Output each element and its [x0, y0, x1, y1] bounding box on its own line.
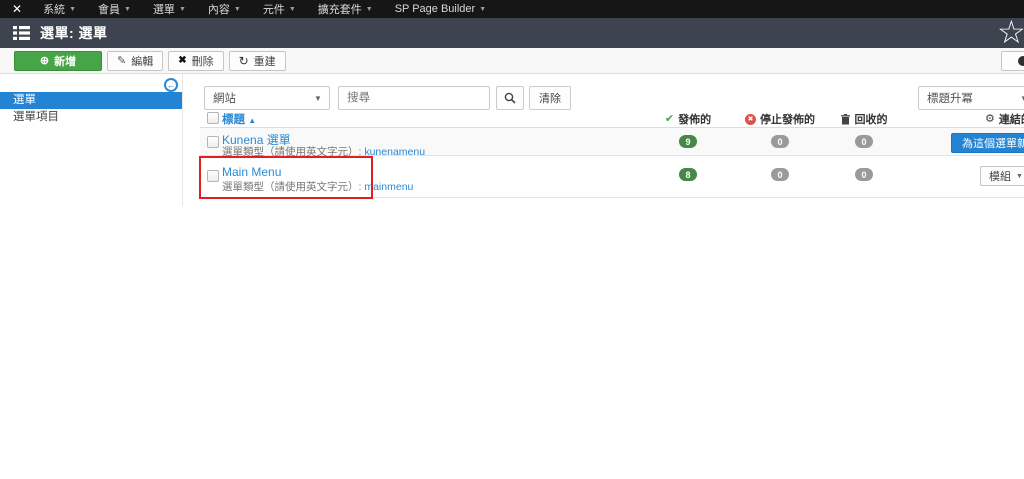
admin-page: ✕ 系統 ▼ 會員 ▼ 選單 ▼ 內容 ▼ 元件 ▼ 擴充套件 ▼ SP Pag…	[0, 0, 1024, 479]
add-module-button[interactable]: 為這個選單新增一個模組	[951, 133, 1024, 153]
menu-list-icon	[13, 26, 30, 40]
joomla-logo-icon: ✕	[12, 0, 22, 18]
chevron-down-icon: ▼	[307, 94, 329, 103]
unpublished-header: ✖ 停止發佈的	[745, 111, 815, 127]
search-icon	[504, 92, 516, 104]
table-header-row: 標題 ▲ ✔ 發佈的 ✖ 停止發佈的 回收的 ⚙ 連結的模	[200, 111, 1024, 128]
delete-button-label: 刪除	[192, 53, 214, 69]
trash-icon	[841, 114, 851, 125]
new-button[interactable]: ⊕ 新增	[14, 51, 102, 71]
published-count-badge: 9	[679, 135, 697, 148]
linked-modules-header: ⚙ 連結的模組	[985, 111, 1024, 127]
menus-table: 標題 ▲ ✔ 發佈的 ✖ 停止發佈的 回收的 ⚙ 連結的模	[200, 111, 1024, 198]
modules-dropdown-button[interactable]: 模組 ▼	[980, 166, 1024, 186]
published-count-badge: 8	[679, 168, 697, 181]
help-button[interactable]	[1001, 51, 1024, 71]
chevron-down-icon: ▼	[124, 6, 131, 13]
sort-by-title-header[interactable]: 標題 ▲	[222, 111, 256, 127]
trashed-count-badge: 0	[855, 135, 873, 148]
menu-title-link[interactable]: Main Menu	[222, 165, 281, 179]
topbar-menu-label: 元件	[263, 1, 285, 17]
new-button-label: 新增	[54, 53, 76, 69]
published-header: ✔ 發佈的	[665, 111, 711, 127]
sidebar-collapse-icon[interactable]: ←	[164, 78, 178, 92]
site-filter-select[interactable]: 網站 ▼	[204, 86, 330, 110]
table-row: Main Menu 選單類型（請使用英文字元）: mainmenu 8 0 0 …	[200, 156, 1024, 198]
chevron-down-icon: ▼	[1013, 94, 1024, 103]
sort-ascending-icon: ▲	[248, 116, 256, 125]
topbar-menu-components[interactable]: 元件 ▼	[252, 0, 307, 18]
edit-button[interactable]: ✎ 編輯	[107, 51, 163, 71]
modules-dropdown-label: 模組	[989, 168, 1011, 184]
toolbar: ⊕ 新增 ✎ 編輯 ✖ 刪除 ↻ 重建	[0, 48, 1024, 74]
topbar-menu-label: 系統	[43, 1, 65, 17]
published-header-label: 發佈的	[678, 111, 711, 127]
topbar-menu-label: 擴充套件	[318, 1, 362, 17]
delete-button[interactable]: ✖ 刪除	[168, 51, 223, 71]
edit-button-label: 編輯	[131, 53, 153, 69]
search-input[interactable]	[338, 86, 490, 110]
chevron-down-icon: ▼	[234, 6, 241, 13]
topbar-menu-label: 內容	[208, 1, 230, 17]
check-icon: ✔	[665, 114, 674, 125]
menu-type-link[interactable]: mainmenu	[364, 181, 413, 193]
unpublished-header-label: 停止發佈的	[760, 111, 815, 127]
title-header-label: 標題	[222, 114, 245, 126]
topbar-menu-system[interactable]: 系統 ▼	[32, 0, 87, 18]
page-title: 選單: 選單	[40, 23, 108, 43]
chevron-down-icon: ▼	[69, 6, 76, 13]
row-checkbox[interactable]	[207, 136, 219, 148]
admin-topbar: ✕ 系統 ▼ 會員 ▼ 選單 ▼ 內容 ▼ 元件 ▼ 擴充套件 ▼ SP Pag…	[0, 0, 1024, 18]
topbar-menu-label: 會員	[98, 1, 120, 17]
rebuild-button-label: 重建	[254, 53, 276, 69]
topbar-menu-label: SP Page Builder	[395, 3, 476, 15]
topbar-menu-label: 選單	[153, 1, 175, 17]
cancel-circle-icon: ✖	[745, 114, 756, 125]
help-circle-icon	[1018, 56, 1024, 66]
topbar-menu-users[interactable]: 會員 ▼	[87, 0, 142, 18]
sort-order-value: 標題升冪	[919, 90, 1013, 106]
topbar-menu-sppagebuilder[interactable]: SP Page Builder ▼	[384, 0, 497, 18]
clear-button[interactable]: 清除	[529, 86, 571, 110]
linked-modules-header-label: 連結的模組	[999, 111, 1024, 127]
site-filter-value: 網站	[205, 90, 307, 106]
search-button[interactable]	[496, 86, 524, 110]
topbar-menu-extensions[interactable]: 擴充套件 ▼	[307, 0, 384, 18]
menu-type-label: 選單類型（請使用英文字元）:	[222, 181, 361, 193]
unpublished-count-badge: 0	[771, 168, 789, 181]
sidebar: 選單 選單項目	[0, 92, 182, 126]
row-checkbox[interactable]	[207, 170, 219, 182]
chevron-down-icon: ▼	[479, 6, 486, 13]
sidebar-item-menus[interactable]: 選單	[0, 92, 182, 109]
unpublished-count-badge: 0	[771, 135, 789, 148]
trashed-header: 回收的	[841, 111, 888, 127]
x-icon: ✖	[178, 56, 186, 66]
trashed-count-badge: 0	[855, 168, 873, 181]
favorite-star-icon[interactable]: ☆	[997, 16, 1024, 48]
plus-circle-icon: ⊕	[40, 56, 49, 67]
gear-icon: ⚙	[985, 114, 995, 125]
chevron-down-icon: ▼	[1016, 173, 1023, 180]
pencil-icon: ✎	[117, 56, 126, 67]
rebuild-button[interactable]: ↻ 重建	[229, 51, 286, 71]
chevron-down-icon: ▼	[366, 6, 373, 13]
menu-type-text: 選單類型（請使用英文字元）: mainmenu	[222, 179, 413, 194]
sort-order-select[interactable]: 標題升冪 ▼	[918, 86, 1024, 110]
topbar-menu-content[interactable]: 內容 ▼	[197, 0, 252, 18]
topbar-menu-menus[interactable]: 選單 ▼	[142, 0, 197, 18]
chevron-down-icon: ▼	[289, 6, 296, 13]
sidebar-item-menu-items[interactable]: 選單項目	[0, 109, 182, 126]
select-all-checkbox[interactable]	[207, 112, 219, 124]
sidebar-divider	[182, 74, 183, 206]
page-header: 選單: 選單	[0, 18, 1024, 48]
table-row: Kunena 選單 選單類型（請使用英文字元）: kunenamenu 9 0 …	[200, 128, 1024, 156]
trashed-header-label: 回收的	[855, 111, 888, 127]
redo-arrow-icon: ↻	[239, 55, 249, 67]
chevron-down-icon: ▼	[179, 6, 186, 13]
